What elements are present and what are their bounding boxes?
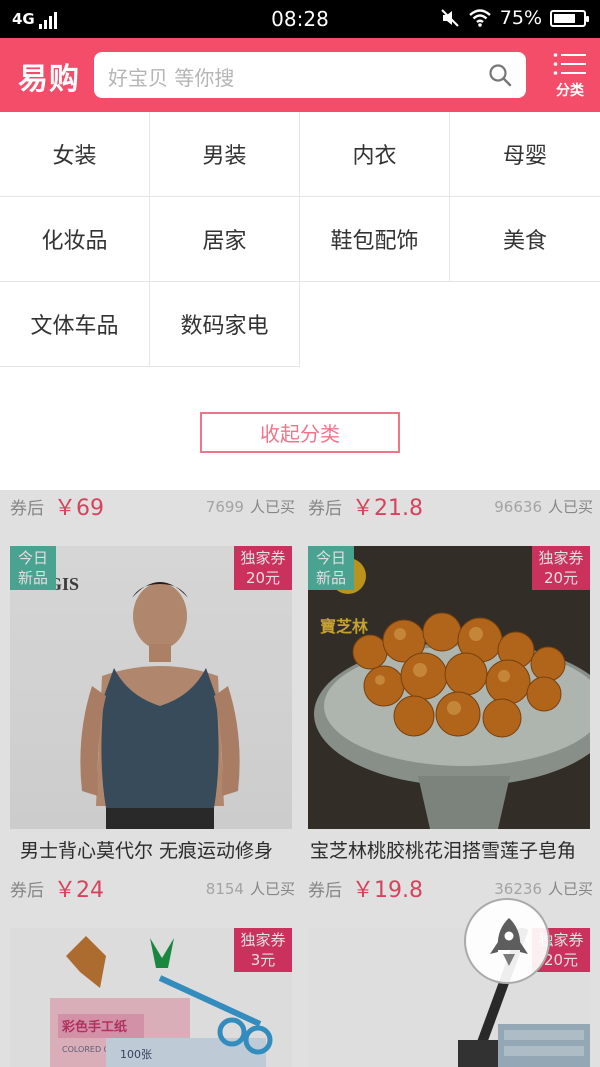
app-header: 易购 好宝贝 等你搜 分类 [0,38,600,112]
battery-icon [550,9,589,27]
battery-text: 75% [499,7,542,29]
wifi-icon [468,9,491,27]
back-to-top-button[interactable] [464,898,550,984]
category-item[interactable]: 鞋包配饰 [300,197,450,282]
category-item[interactable]: 母婴 [450,112,600,197]
category-item[interactable]: 男装 [150,112,300,197]
menu-icon [553,53,586,75]
category-item[interactable]: 文体车品 [0,282,150,367]
category-item[interactable]: 化妆品 [0,197,150,282]
mute-icon [441,9,459,27]
category-menu-button[interactable]: 分类 [550,50,590,100]
search-placeholder: 好宝贝 等你搜 [108,66,235,90]
collapse-category-button[interactable]: 收起分类 [200,412,400,453]
status-bar: 4G 08:28 75% [0,0,600,38]
category-item[interactable]: 内衣 [300,112,450,197]
category-item[interactable]: 女装 [0,112,150,197]
category-item[interactable]: 美食 [450,197,600,282]
category-panel: 女装 男装 内衣 母婴 化妆品 居家 鞋包配饰 美食 文体车品 数码家电 收起分… [0,112,600,490]
app-logo[interactable]: 易购 [18,54,80,98]
category-item[interactable]: 居家 [150,197,300,282]
status-right: 75% [440,7,589,29]
category-item[interactable]: 数码家电 [150,282,300,367]
search-icon[interactable] [488,63,512,87]
menu-label: 分类 [556,83,584,99]
search-input[interactable]: 好宝贝 等你搜 [94,52,526,98]
rocket-icon [490,918,528,966]
